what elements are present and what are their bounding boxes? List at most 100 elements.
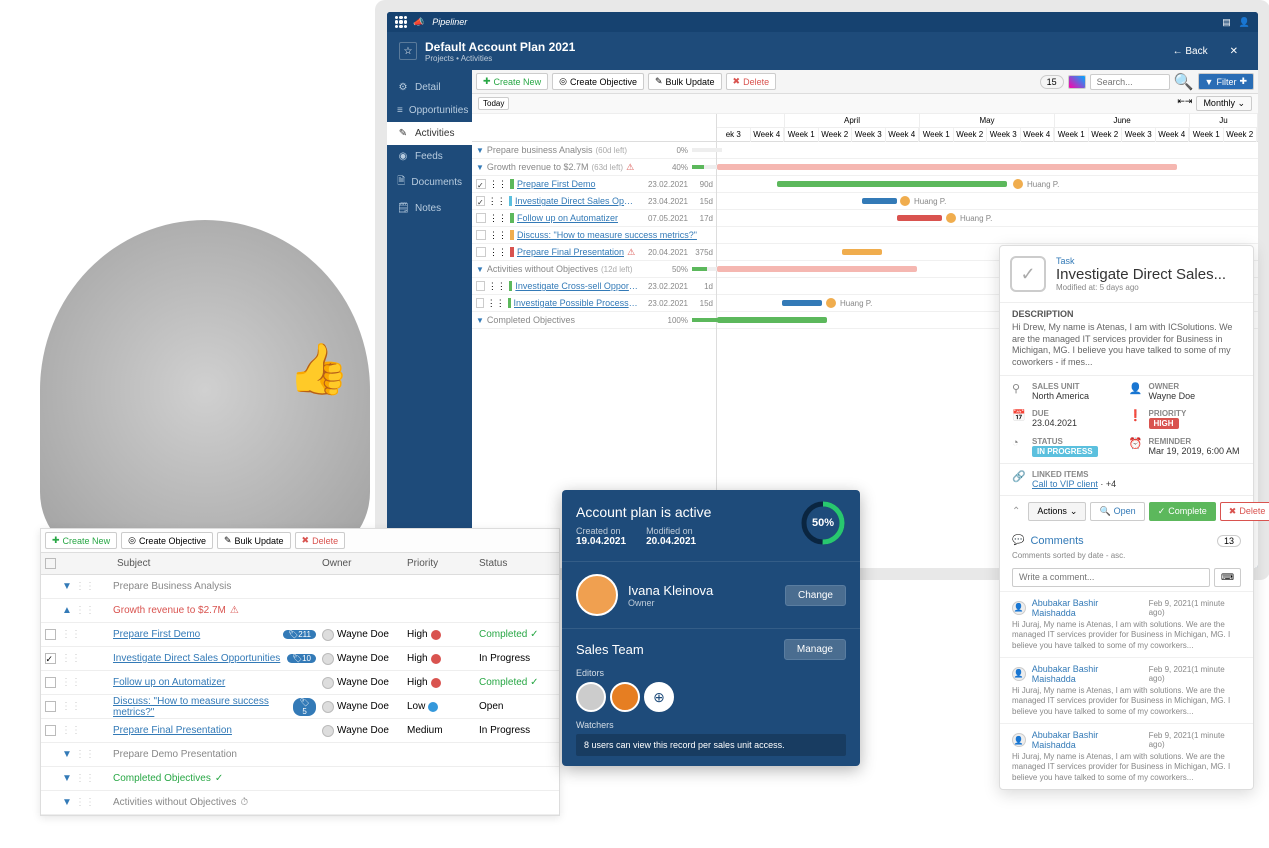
table-row[interactable]: ▼⋮⋮Completed Objectives ✓ xyxy=(41,767,559,791)
task-check-icon[interactable]: ✓ xyxy=(1010,256,1046,292)
expand-caret[interactable]: ▼ xyxy=(476,146,484,155)
drag-handle[interactable]: ⋮⋮ xyxy=(489,179,507,190)
comment-author[interactable]: Abubakar Bashir Maishadda xyxy=(1032,730,1143,750)
expand-caret[interactable]: ▼ xyxy=(476,316,484,325)
color-picker[interactable] xyxy=(1068,75,1086,89)
task-checkbox[interactable] xyxy=(476,298,484,308)
table-row[interactable]: ⋮⋮ Investigate Direct Sales Opportunities… xyxy=(41,647,559,671)
search-icon[interactable]: 🔍 xyxy=(1174,72,1194,92)
table-row[interactable]: ▼⋮⋮Prepare Business Analysis xyxy=(41,575,559,599)
expand-caret[interactable]: ▼ xyxy=(61,749,73,760)
table-row[interactable]: ⋮⋮ Discuss: "How to measure success metri… xyxy=(41,695,559,719)
apps-grid-icon[interactable] xyxy=(395,16,407,28)
filter-button[interactable]: ▼ Filter ✚ xyxy=(1198,73,1254,90)
task-name[interactable]: Investigate Cross-sell Opportunities xyxy=(515,281,638,291)
task-name[interactable]: Investigate Possible Process Improvement… xyxy=(514,298,638,308)
favorite-star[interactable]: ☆ xyxy=(399,42,417,60)
row-checkbox[interactable] xyxy=(45,653,56,664)
bt-bulk-update[interactable]: ✎ Bulk Update xyxy=(217,532,291,549)
drag-handle[interactable]: ⋮⋮ xyxy=(489,247,507,258)
table-row[interactable]: ▲⋮⋮Growth revenue to $2.7M ⚠ xyxy=(41,599,559,623)
task-checkbox[interactable] xyxy=(476,196,485,206)
sidebar-item-opportunities[interactable]: ≡Opportunities xyxy=(387,99,472,122)
table-row[interactable]: ⋮⋮Follow up on AutomatizerWayne DoeHigh … xyxy=(41,671,559,695)
task-checkbox[interactable] xyxy=(476,247,486,257)
table-row[interactable]: ▼⋮⋮Prepare Demo Presentation xyxy=(41,743,559,767)
table-row[interactable]: ▼⋮⋮Activities without Objectives ⏱ xyxy=(41,791,559,815)
drag-handle[interactable]: ⋮⋮ xyxy=(75,749,95,760)
expand-caret[interactable]: ▼ xyxy=(476,265,484,274)
drag-handle[interactable]: ⋮⋮ xyxy=(61,725,81,736)
bt-create-new[interactable]: ✚ Create New xyxy=(45,532,117,549)
delete-button[interactable]: ✖ Delete xyxy=(726,73,777,90)
bt-create-objective[interactable]: ◎ Create Objective xyxy=(121,532,213,549)
open-button[interactable]: 🔍 Open xyxy=(1090,502,1144,521)
task-name[interactable]: Follow up on Automatizer xyxy=(517,213,618,223)
drag-handle[interactable]: ⋮⋮ xyxy=(61,653,81,664)
drag-handle[interactable]: ⋮⋮ xyxy=(489,230,507,241)
bt-delete[interactable]: ✖ Delete xyxy=(295,532,346,549)
row-checkbox[interactable] xyxy=(45,725,56,736)
task-link[interactable]: Prepare Final Presentation xyxy=(113,725,232,736)
select-all-checkbox[interactable] xyxy=(45,558,56,569)
editor-avatar[interactable] xyxy=(610,682,640,712)
create-new-button[interactable]: ✚ Create New xyxy=(476,73,548,90)
collapse-icon[interactable]: ⇤⇥ xyxy=(1177,96,1192,111)
sidebar-item-documents[interactable]: 🗎Documents xyxy=(387,168,472,197)
drag-handle[interactable]: ⋮⋮ xyxy=(75,797,95,808)
task-link[interactable]: Investigate Direct Sales Opportunities xyxy=(113,653,280,664)
expand-caret[interactable]: ▼ xyxy=(61,797,73,808)
expand-caret[interactable]: ▼ xyxy=(61,581,73,592)
create-objective-button[interactable]: ◎ Create Objective xyxy=(552,73,644,90)
comment-author[interactable]: Abubakar Bashir Maishadda xyxy=(1032,664,1143,684)
drag-handle[interactable]: ⋮⋮ xyxy=(61,629,81,640)
task-name[interactable]: Prepare Final Presentation xyxy=(517,247,624,257)
drag-handle[interactable]: ⋮⋮ xyxy=(75,773,95,784)
drag-handle[interactable]: ⋮⋮ xyxy=(61,701,81,712)
comment-author[interactable]: Abubakar Bashir Maishadda xyxy=(1032,598,1143,618)
task-name[interactable]: Investigate Direct Sales Opportunities xyxy=(515,196,638,206)
drag-handle[interactable]: ⋮⋮ xyxy=(488,281,506,292)
sidebar-item-activities[interactable]: ✎Activities xyxy=(387,122,472,145)
task-checkbox[interactable] xyxy=(476,179,486,189)
expand-caret[interactable]: ▼ xyxy=(476,163,484,172)
monthly-select[interactable]: Monthly ⌄ xyxy=(1196,96,1252,111)
change-owner-button[interactable]: Change xyxy=(785,585,846,606)
task-name[interactable]: Discuss: "How to measure success metrics… xyxy=(517,230,697,240)
row-checkbox[interactable] xyxy=(45,677,56,688)
linked-item-link[interactable]: Call to VIP client xyxy=(1032,479,1098,489)
send-button[interactable]: ⌨ xyxy=(1214,568,1241,587)
task-link[interactable]: Discuss: "How to measure success metrics… xyxy=(113,696,289,718)
manage-team-button[interactable]: Manage xyxy=(784,639,846,660)
drag-handle[interactable]: ⋮⋮ xyxy=(489,213,507,224)
row-checkbox[interactable] xyxy=(45,701,56,712)
complete-button[interactable]: ✓ Complete xyxy=(1149,502,1216,521)
bulk-update-button[interactable]: ✎ Bulk Update xyxy=(648,73,722,90)
collapse-caret[interactable]: ⌃ xyxy=(1012,506,1020,517)
sidebar-item-feeds[interactable]: ◉Feeds xyxy=(387,145,472,168)
table-row[interactable]: ⋮⋮Prepare First Demo🏷211Wayne DoeHigh Co… xyxy=(41,623,559,647)
announce-icon[interactable]: 📣 xyxy=(413,17,424,28)
user-icon[interactable]: 👤 xyxy=(1239,17,1250,28)
task-name[interactable]: Prepare First Demo xyxy=(517,179,596,189)
expand-caret[interactable]: ▼ xyxy=(61,773,73,784)
table-row[interactable]: ⋮⋮Prepare Final PresentationWayne DoeMed… xyxy=(41,719,559,743)
back-button[interactable]: ← Back xyxy=(1165,42,1216,61)
row-checkbox[interactable] xyxy=(45,629,56,640)
actions-menu[interactable]: Actions ⌄ xyxy=(1028,502,1086,521)
expand-caret[interactable]: ▲ xyxy=(61,605,73,616)
drag-handle[interactable]: ⋮⋮ xyxy=(487,298,505,309)
layers-icon[interactable]: ▤ xyxy=(1222,17,1231,28)
close-button[interactable]: ✕ xyxy=(1222,42,1246,61)
task-link[interactable]: Prepare First Demo xyxy=(113,629,200,640)
task-checkbox[interactable] xyxy=(476,281,485,291)
delete-task-button[interactable]: ✖ Delete xyxy=(1220,502,1269,521)
task-checkbox[interactable] xyxy=(476,213,486,223)
sidebar-item-notes[interactable]: 🗒Notes xyxy=(387,197,472,220)
drag-handle[interactable]: ⋮⋮ xyxy=(61,677,81,688)
editor-avatar[interactable] xyxy=(576,682,606,712)
drag-handle[interactable]: ⋮⋮ xyxy=(75,605,95,616)
add-editor-button[interactable]: ⊕ xyxy=(644,682,674,712)
task-checkbox[interactable] xyxy=(476,230,486,240)
sidebar-item-detail[interactable]: ⚙Detail xyxy=(387,76,472,99)
